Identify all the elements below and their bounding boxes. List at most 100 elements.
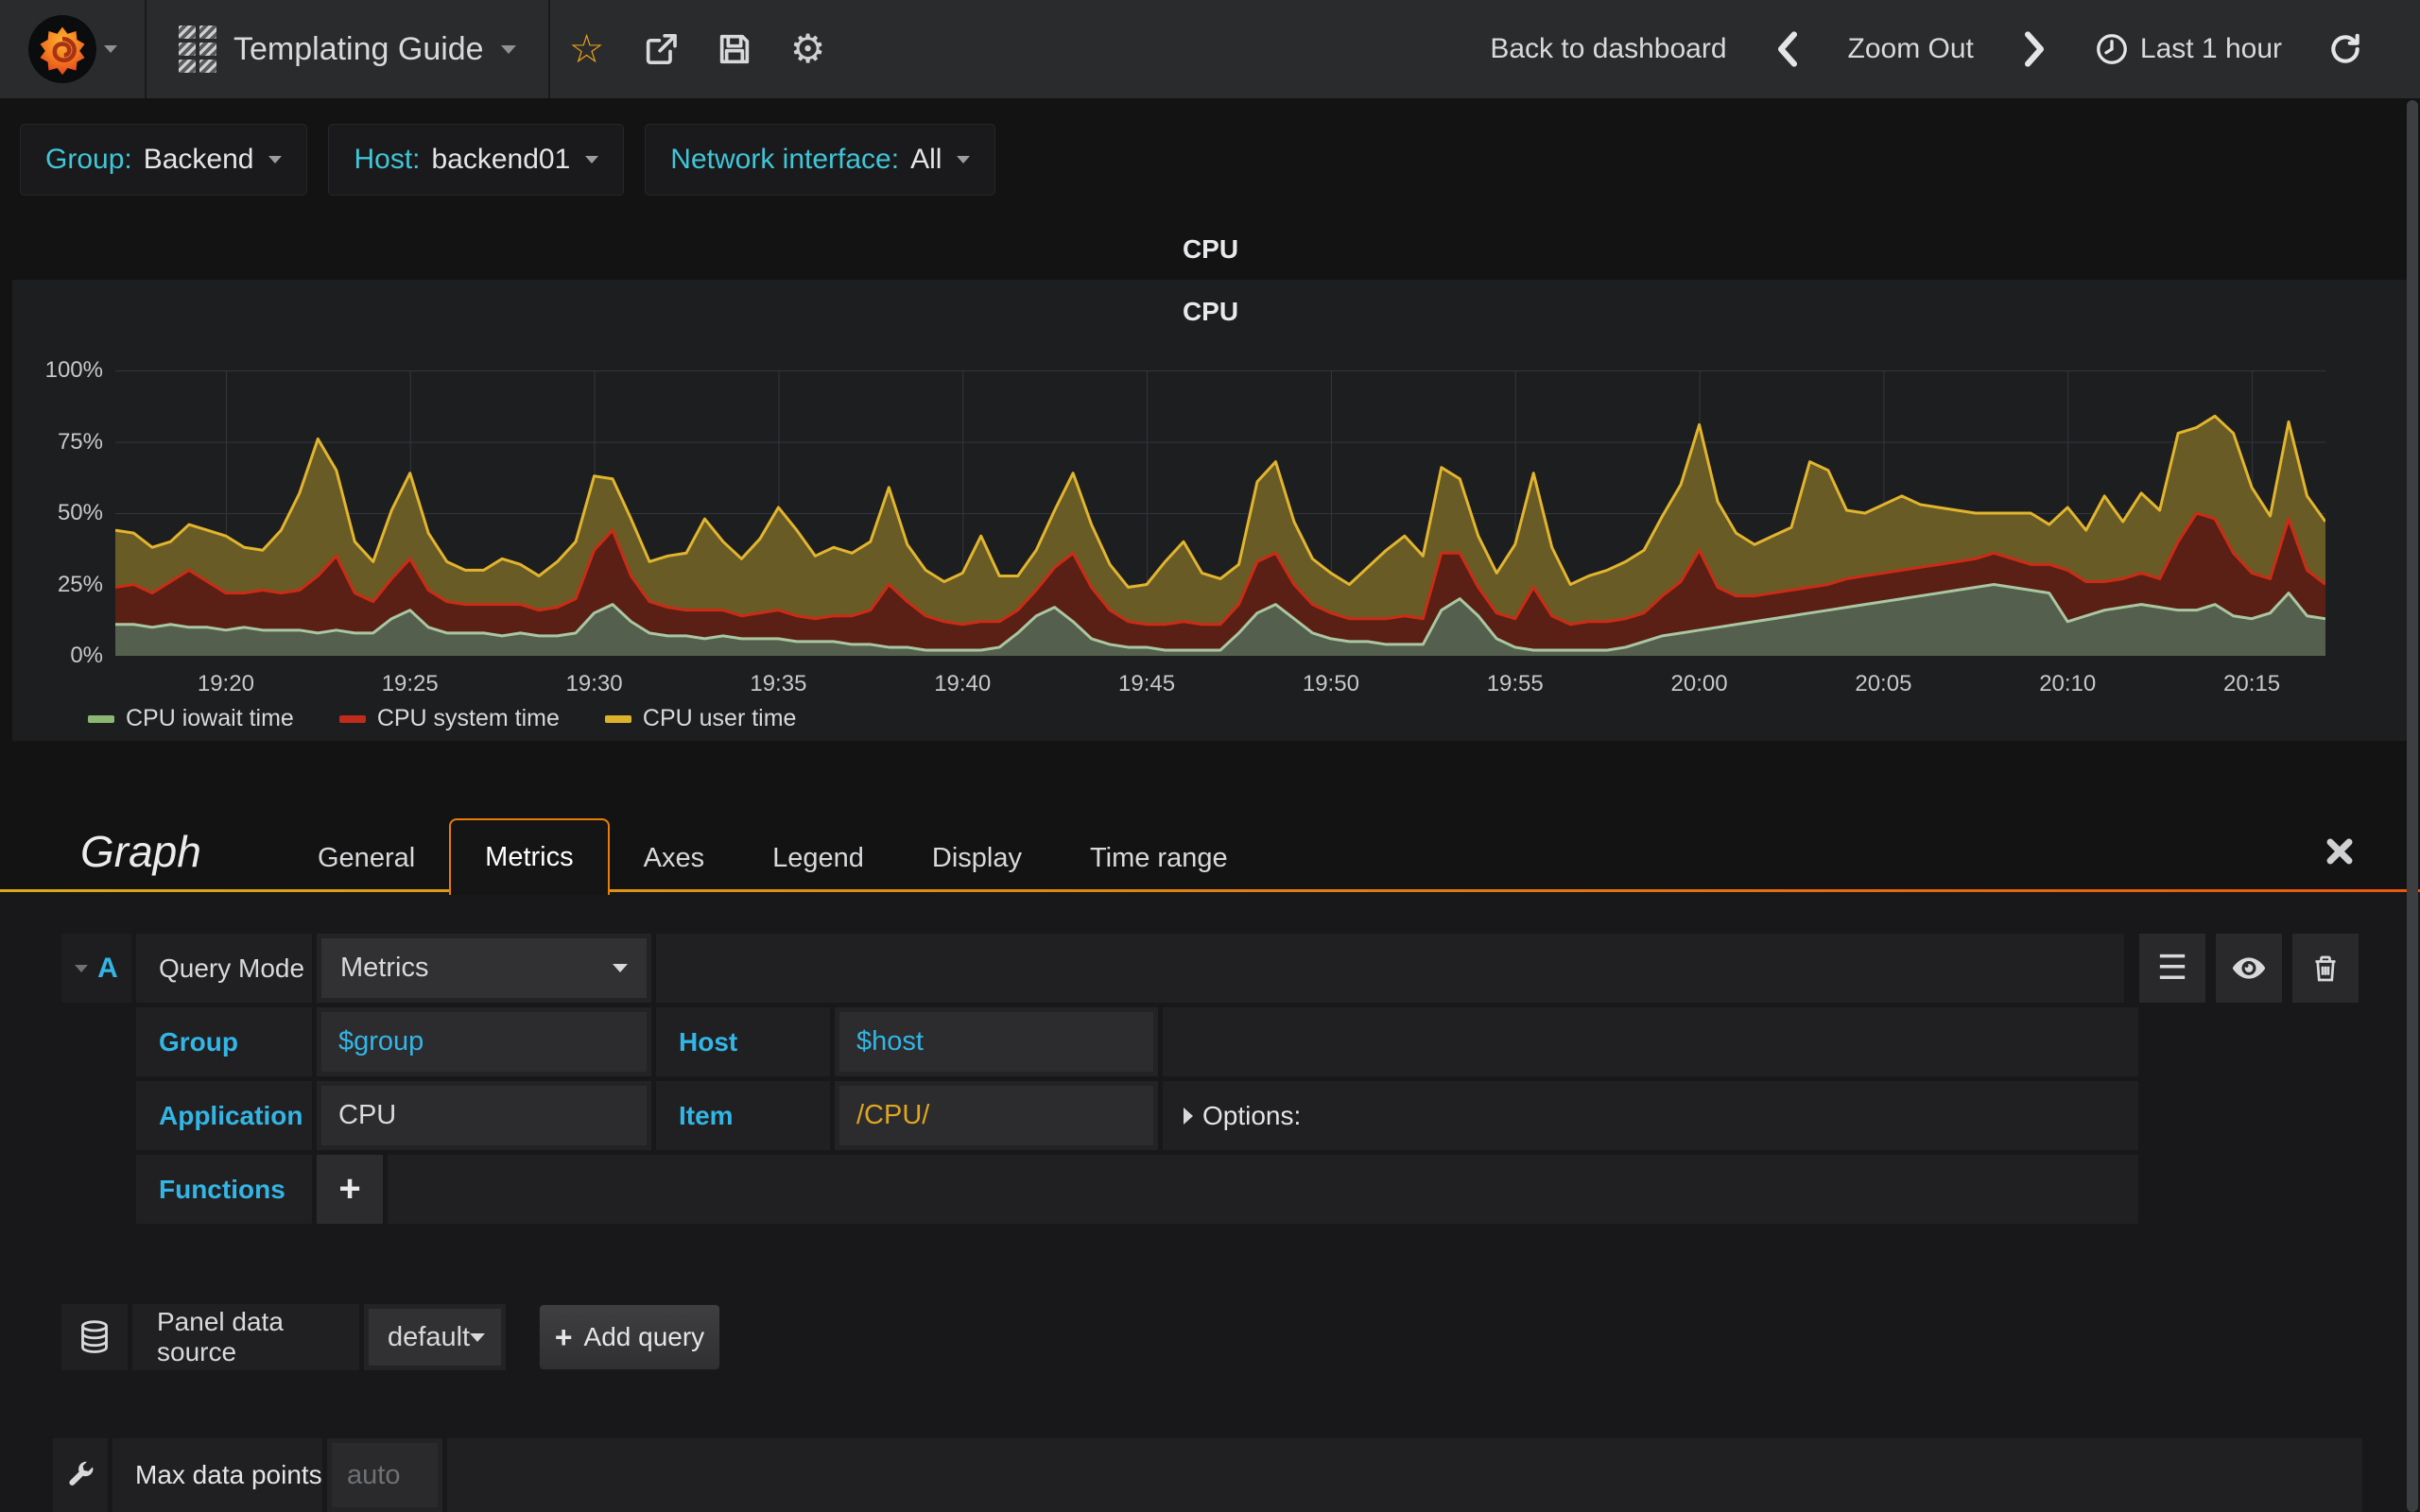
close-icon (2326, 838, 2353, 865)
legend-item-cpu-user[interactable]: CPU user time (604, 705, 797, 732)
share-icon (646, 34, 677, 64)
variable-label: Host: (354, 144, 421, 175)
x-axis-label: 19:20 (197, 671, 254, 696)
application-field[interactable]: CPU (317, 1081, 651, 1150)
star-dashboard-button[interactable]: ☆ (550, 0, 624, 98)
item-field[interactable]: /CPU/ (835, 1081, 1158, 1150)
chevron-down-icon (613, 964, 628, 972)
variable-value: All (910, 144, 942, 175)
group-value: $group (321, 1012, 647, 1072)
database-icon (81, 1320, 108, 1353)
legend-item-cpu-system[interactable]: CPU system time (338, 705, 560, 732)
time-shift-back-button[interactable] (1769, 0, 1806, 98)
datasource-icon-cell (61, 1304, 128, 1370)
add-query-label: Add query (583, 1322, 705, 1351)
query-row-group-host: Group $group Host $host (136, 1007, 2138, 1076)
tab-axes[interactable]: Axes (610, 821, 738, 895)
x-axis-label: 20:15 (2223, 671, 2281, 696)
options-toggle[interactable]: Options: (1163, 1081, 2138, 1150)
save-dashboard-button[interactable] (698, 0, 771, 98)
panel-type-title: Graph (80, 827, 201, 876)
datasource-row: Panel data source default + Add query (61, 1304, 720, 1370)
query-mode-select[interactable]: Metrics (317, 934, 651, 1003)
dashboard-title-dropdown[interactable]: Templating Guide (147, 0, 550, 98)
dashboard-icon (179, 26, 216, 73)
grafana-screen: Templating Guide ☆ ⚙ Back to dashboard Z (0, 0, 2420, 1512)
close-editor-button[interactable] (2324, 835, 2356, 870)
chevron-left-icon (1777, 31, 1797, 67)
chevron-down-icon (500, 44, 516, 54)
tab-general[interactable]: General (284, 821, 449, 895)
row-filler (388, 1155, 2138, 1224)
y-axis-label: 100% (44, 357, 103, 383)
settings-icon-cell (53, 1438, 108, 1512)
variable-network-interface-dropdown[interactable]: Network interface: All (645, 124, 996, 196)
y-axis-label: 25% (57, 571, 103, 597)
legend-swatch (88, 714, 114, 723)
wrench-icon (69, 1461, 94, 1486)
group-label: Group (136, 1007, 312, 1076)
query-mode-label: Query Mode (136, 934, 312, 1003)
editor-tabs: General Metrics Axes Legend Display Time… (284, 818, 1262, 895)
tab-time-range[interactable]: Time range (1056, 821, 1262, 895)
query-mode-value: Metrics (340, 953, 429, 983)
legend-swatch (604, 714, 631, 723)
variable-host-dropdown[interactable]: Host: backend01 (328, 124, 625, 196)
legend-item-cpu-iowait[interactable]: CPU iowait time (88, 705, 294, 732)
query-editor: A Query Mode Metrics ☰ Group $group Host (0, 934, 2359, 1228)
navbar: Templating Guide ☆ ⚙ Back to dashboard Z (0, 0, 2420, 98)
y-axis-label: 75% (57, 428, 103, 455)
collapse-caret-icon (75, 964, 89, 972)
query-row-functions: Functions + (136, 1155, 2138, 1224)
x-axis-label: 19:55 (1486, 671, 1544, 696)
tab-legend[interactable]: Legend (738, 821, 898, 895)
refresh-button[interactable] (2324, 0, 2367, 98)
application-label: Application (136, 1081, 312, 1150)
query-ref-toggle[interactable]: A (61, 934, 131, 1003)
zoom-out-button[interactable]: Zoom Out (1848, 33, 1974, 65)
query-menu-button[interactable]: ☰ (2139, 934, 2205, 1003)
variable-label: Group: (45, 144, 132, 175)
x-axis-label: 19:35 (750, 671, 807, 696)
query-delete-button[interactable] (2292, 934, 2359, 1003)
x-axis-label: 19:40 (934, 671, 992, 696)
chevron-down-icon (103, 45, 117, 53)
variable-value: Backend (143, 144, 254, 175)
plus-icon: + (554, 1319, 573, 1354)
scrollbar-thumb[interactable] (2407, 100, 2418, 1512)
back-to-dashboard-button[interactable]: Back to dashboard (1490, 33, 1726, 65)
tab-display[interactable]: Display (898, 821, 1056, 895)
chart-plot-area[interactable] (114, 370, 2327, 657)
panel-title[interactable]: CPU (12, 234, 2409, 265)
query-row-application-item: Application CPU Item /CPU/ Options: (136, 1081, 2138, 1150)
refresh-icon (2331, 33, 2360, 63)
share-dashboard-button[interactable] (624, 0, 698, 98)
host-field[interactable]: $host (835, 1007, 1158, 1076)
clock-icon (2096, 34, 2127, 64)
add-function-button[interactable]: + (317, 1155, 383, 1224)
query-toggle-visibility-button[interactable] (2216, 934, 2282, 1003)
grafana-menu-button[interactable] (0, 0, 147, 98)
add-query-button[interactable]: + Add query (539, 1304, 720, 1370)
star-icon: ☆ (568, 26, 605, 72)
legend-label: CPU iowait time (126, 705, 294, 731)
legend-swatch (338, 714, 366, 723)
group-field[interactable]: $group (317, 1007, 651, 1076)
max-data-points-field[interactable] (327, 1438, 442, 1512)
max-data-points-input[interactable] (332, 1443, 438, 1507)
time-range-picker[interactable]: Last 1 hour (2095, 32, 2282, 66)
variable-value: backend01 (431, 144, 571, 175)
variable-label: Network interface: (670, 144, 900, 175)
time-shift-forward-button[interactable] (2015, 0, 2053, 98)
variable-group-dropdown[interactable]: Group: Backend (20, 124, 308, 196)
tab-metrics[interactable]: Metrics (449, 818, 610, 895)
menu-icon: ☰ (2156, 948, 2188, 988)
legend-label: CPU user time (642, 705, 797, 731)
y-axis-label: 50% (57, 500, 103, 525)
application-value: CPU (321, 1086, 647, 1145)
datasource-select[interactable]: default (364, 1304, 506, 1370)
dashboard-settings-button[interactable]: ⚙ (771, 0, 845, 98)
x-axis-label: 19:45 (1118, 671, 1176, 696)
chevron-down-icon (470, 1332, 486, 1342)
x-axis-label: 19:30 (565, 671, 623, 696)
